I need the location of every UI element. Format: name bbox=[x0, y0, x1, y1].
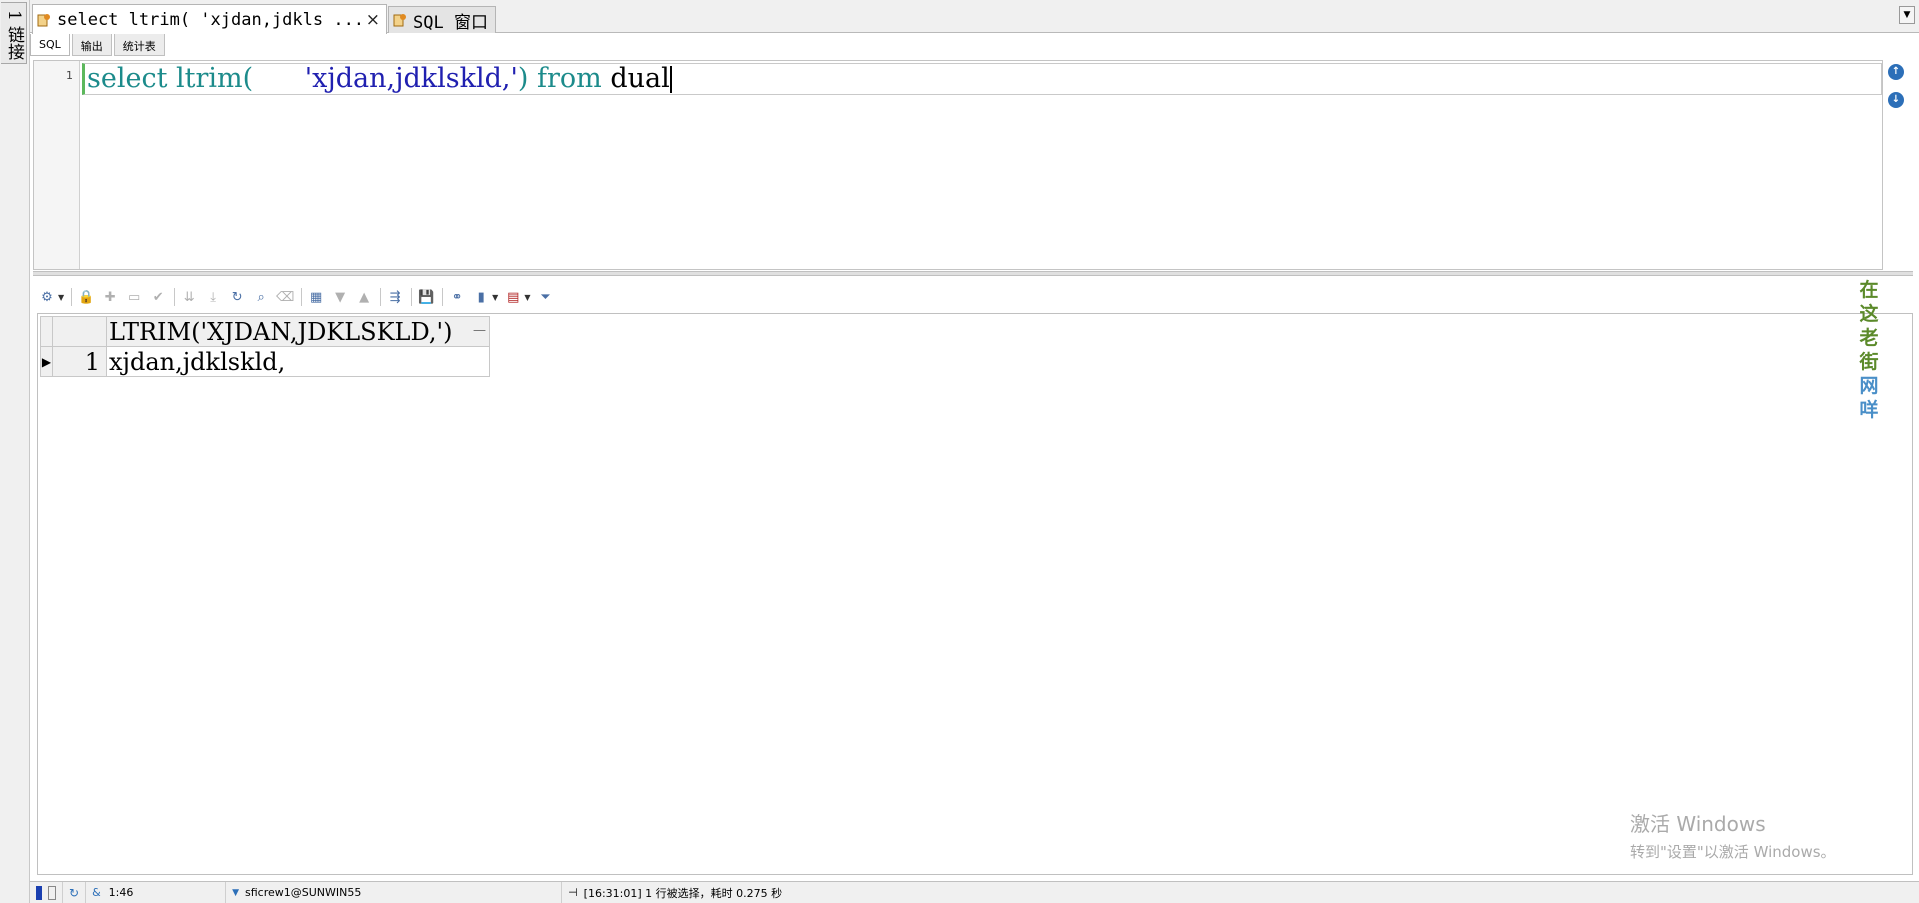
grid-header-row: LTRIM('XJDAN,JDKLSKLD,') — bbox=[40, 316, 490, 347]
sql-file-icon bbox=[37, 13, 50, 26]
watermark-char: 咩 bbox=[1859, 399, 1879, 421]
status-message-segment: ⊣ [16:31:01] 1 行被选择，耗时 0.275 秒 bbox=[562, 882, 788, 903]
settings-icon[interactable]: ⚙ bbox=[38, 288, 56, 306]
arrow-down-icon[interactable]: ↓ bbox=[1888, 92, 1904, 108]
tab-sql-window[interactable]: SQL 窗口 bbox=[388, 6, 496, 33]
filter-icon[interactable]: ⏷ bbox=[536, 288, 554, 306]
activation-subtitle: 转到"设置"以激活 Windows。 bbox=[1630, 843, 1836, 861]
watermark-logo: 在 这 老 街 网 咩 bbox=[1858, 278, 1880, 422]
keyword-from: from bbox=[537, 63, 602, 94]
sql-editor[interactable]: 1 select ltrim( 'xjdan,jdklskld,') from … bbox=[33, 60, 1883, 270]
export-icon[interactable]: ▤ bbox=[504, 288, 522, 306]
save-icon[interactable]: 💾 bbox=[417, 288, 435, 306]
status-position: & 1:46 bbox=[86, 882, 227, 903]
chevron-down-icon[interactable]: ▼ bbox=[524, 293, 530, 302]
indicator-header bbox=[40, 316, 53, 347]
watermark-char: 街 bbox=[1859, 351, 1879, 373]
status-message: [16:31:01] 1 行被选择，耗时 0.275 秒 bbox=[583, 886, 783, 900]
watermark-char: 网 bbox=[1859, 375, 1879, 397]
watermark-char: 在 bbox=[1859, 279, 1879, 301]
connection-strip: 1 链接 bbox=[0, 0, 30, 903]
insert-record-icon[interactable]: ✚ bbox=[101, 288, 119, 306]
refresh-icon[interactable]: ↻ bbox=[69, 886, 79, 900]
editor-subtabs: SQL 输出 统计表 bbox=[30, 34, 167, 56]
editor-nav: ↑ ↓ bbox=[1888, 64, 1908, 120]
post-changes-icon[interactable]: ✔ bbox=[149, 288, 167, 306]
result-toolbar: ⚙ ▼ 🔒 ✚ ▭ ✔ ⇊ ⤓ ↻ ⌕ ⌫ ▦ ▼ ▲ ⇶ 💾 ⚭ ▮ ▼ ▤ … bbox=[38, 286, 560, 308]
chart-icon[interactable]: ▮ bbox=[472, 288, 490, 306]
status-indicator bbox=[30, 882, 63, 903]
row-indicator-icon: ▶ bbox=[40, 346, 53, 377]
connection-tab[interactable]: 1 链接 bbox=[1, 2, 27, 64]
row-number: 1 bbox=[52, 346, 107, 377]
query-by-example-icon[interactable]: ⇶ bbox=[386, 288, 404, 306]
link-icon[interactable]: ⚭ bbox=[448, 288, 466, 306]
activation-title: 激活 Windows bbox=[1630, 812, 1766, 836]
cursor-position: 1:46 bbox=[108, 886, 134, 899]
line-number: 1 bbox=[66, 69, 73, 82]
close-icon[interactable]: × bbox=[366, 10, 380, 30]
single-record-icon[interactable]: ▦ bbox=[307, 288, 325, 306]
watermark-char: 这 bbox=[1859, 303, 1879, 325]
status-box bbox=[48, 885, 56, 900]
result-grid: LTRIM('XJDAN,JDKLSKLD,') — ▶ 1 xjdan,jdk… bbox=[40, 316, 490, 377]
chevron-down-icon[interactable]: ▼ bbox=[492, 293, 498, 302]
toolbar-separator bbox=[411, 288, 413, 306]
table-row[interactable]: ▶ 1 xjdan,jdklskld, bbox=[40, 346, 490, 377]
tab-statistics[interactable]: 统计表 bbox=[113, 34, 165, 56]
pin-icon[interactable]: ⊣ bbox=[568, 886, 578, 899]
chevron-down-icon[interactable]: ▼ bbox=[232, 888, 239, 898]
toolbar-separator bbox=[301, 288, 303, 306]
result-grid-area: LTRIM('XJDAN,JDKLSKLD,') — ▶ 1 xjdan,jdk… bbox=[37, 313, 1913, 875]
fetch-next-icon[interactable]: ⇊ bbox=[180, 288, 198, 306]
tab-output[interactable]: 输出 bbox=[71, 34, 112, 56]
text-cursor bbox=[669, 66, 672, 93]
windows-activation-notice: 激活 Windows 转到"设置"以激活 Windows。 bbox=[1630, 808, 1836, 862]
toolbar-separator bbox=[442, 288, 444, 306]
tab-label: SQL 窗口 bbox=[413, 12, 488, 33]
lock-icon[interactable]: 🔒 bbox=[77, 288, 95, 306]
toolbar-separator bbox=[380, 288, 382, 306]
refresh-icon[interactable]: ↻ bbox=[228, 288, 246, 306]
chevron-down-icon[interactable]: ▼ bbox=[58, 293, 64, 302]
status-refresh: ↻ bbox=[63, 882, 87, 903]
chevron-down-icon[interactable]: ▼ bbox=[1899, 6, 1915, 24]
column-menu-icon[interactable]: — bbox=[473, 323, 486, 338]
pane-splitter[interactable] bbox=[33, 271, 1913, 276]
clear-icon[interactable]: ⌫ bbox=[276, 288, 294, 306]
tab-sql[interactable]: SQL bbox=[30, 34, 70, 56]
column-header[interactable]: LTRIM('XJDAN,JDKLSKLD,') — bbox=[106, 316, 490, 347]
code-line[interactable]: select ltrim( 'xjdan,jdklskld,') from du… bbox=[82, 63, 1882, 95]
cell-value[interactable]: xjdan,jdklskld, bbox=[106, 346, 490, 377]
progress-indicator bbox=[36, 885, 42, 900]
watermark-char: 老 bbox=[1859, 327, 1879, 349]
column-header-label: LTRIM('XJDAN,JDKLSKLD,') bbox=[109, 317, 453, 346]
next-icon[interactable]: ▼ bbox=[331, 288, 349, 306]
arrow-up-icon[interactable]: ↑ bbox=[1888, 64, 1904, 80]
line-gutter: 1 bbox=[34, 61, 80, 269]
close-paren: ) bbox=[517, 63, 529, 94]
status-bar: ↻ & 1:46 ▼ sficrew1@SUNWIN55 ⊣ [16:31:01… bbox=[30, 881, 1919, 903]
toolbar-separator bbox=[174, 288, 176, 306]
previous-icon[interactable]: ▲ bbox=[355, 288, 373, 306]
status-connection[interactable]: ▼ sficrew1@SUNWIN55 bbox=[226, 882, 563, 903]
connection-name: sficrew1@SUNWIN55 bbox=[244, 886, 362, 899]
tab-sql-query[interactable]: select ltrim( 'xjdan,jdkls ... × bbox=[32, 4, 387, 34]
user-icon: & bbox=[92, 886, 101, 899]
table-name: dual bbox=[610, 63, 670, 94]
fetch-last-icon[interactable]: ⤓ bbox=[204, 288, 222, 306]
toolbar-separator bbox=[71, 288, 73, 306]
document-tab-bar: select ltrim( 'xjdan,jdkls ... × SQL 窗口 … bbox=[30, 0, 1919, 34]
delete-record-icon[interactable]: ▭ bbox=[125, 288, 143, 306]
keyword-select: select bbox=[87, 63, 168, 94]
rownum-header bbox=[52, 316, 107, 347]
tab-label: select ltrim( 'xjdan,jdkls ... bbox=[57, 9, 365, 30]
function-ltrim: ltrim( bbox=[176, 63, 254, 94]
string-literal: 'xjdan,jdklskld,' bbox=[304, 63, 518, 94]
find-icon[interactable]: ⌕ bbox=[252, 288, 270, 306]
sql-file-icon bbox=[393, 14, 406, 27]
